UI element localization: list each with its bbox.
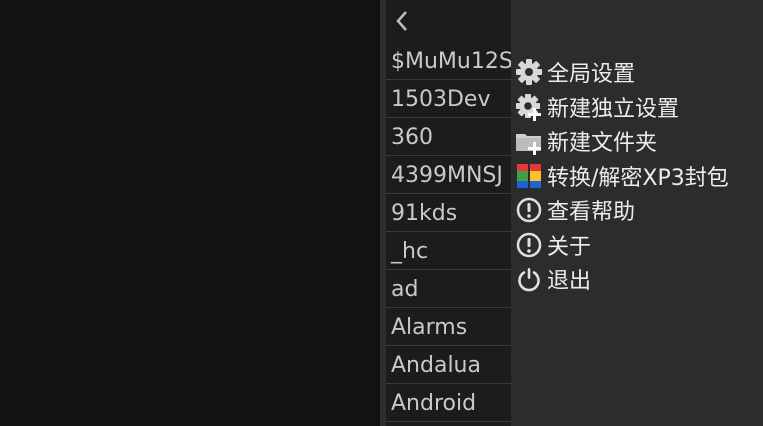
gear-plus-icon bbox=[515, 93, 543, 121]
folder-plus-icon bbox=[515, 127, 543, 156]
file-item[interactable]: 360 bbox=[386, 120, 511, 156]
menu-item-label: 转换/解密XP3封包 bbox=[547, 165, 729, 191]
exclamation-circle-icon bbox=[515, 231, 543, 259]
colored-blocks-icon bbox=[515, 162, 543, 190]
menu-item-view-help[interactable]: 查看帮助 bbox=[511, 193, 763, 228]
file-item[interactable]: 1503Dev bbox=[386, 82, 511, 118]
file-item[interactable]: ad bbox=[386, 272, 511, 308]
file-name: _hc bbox=[391, 239, 429, 264]
menu-item-label: 退出 bbox=[547, 269, 592, 295]
file-item[interactable]: _hc bbox=[386, 234, 511, 270]
file-item[interactable]: Alarms bbox=[386, 310, 511, 346]
file-name: 4399MNSJ bbox=[391, 163, 503, 188]
file-name: Android bbox=[391, 391, 477, 416]
file-name: 360 bbox=[391, 125, 433, 150]
file-name: Andalua bbox=[391, 353, 481, 378]
menu-item-label: 查看帮助 bbox=[547, 200, 636, 226]
menu-item-label: 关于 bbox=[547, 234, 592, 260]
file-name: Alarms bbox=[391, 315, 468, 340]
file-item[interactable]: 91kds bbox=[386, 196, 511, 232]
file-item[interactable]: Andalua bbox=[386, 348, 511, 384]
file-name: 1503Dev bbox=[391, 87, 491, 112]
options-menu: 全局设置 新建独立设置 新建文件夹 转换/解密XP3封包 查看帮助 关于 退出 bbox=[511, 0, 763, 426]
menu-item-about[interactable]: 关于 bbox=[511, 228, 763, 263]
file-name: $MuMu12S bbox=[391, 49, 511, 74]
menu-item-label: 新建文件夹 bbox=[547, 131, 658, 157]
file-name: ad bbox=[391, 277, 419, 302]
empty-left-pane bbox=[0, 0, 380, 426]
file-list-panel: $MuMu12S 1503Dev 360 4399MNSJ 91kds _hc … bbox=[386, 0, 511, 426]
file-item[interactable]: 4399MNSJ bbox=[386, 158, 511, 194]
menu-item-new-folder[interactable]: 新建文件夹 bbox=[511, 124, 763, 159]
menu-item-label: 全局设置 bbox=[547, 62, 636, 88]
file-item[interactable]: $MuMu12S bbox=[386, 44, 511, 80]
power-icon bbox=[515, 265, 543, 293]
exclamation-circle-icon bbox=[515, 196, 543, 224]
chevron-left-icon bbox=[396, 11, 407, 31]
menu-item-convert-xp3[interactable]: 转换/解密XP3封包 bbox=[511, 159, 763, 194]
file-item[interactable]: Android bbox=[386, 386, 511, 422]
back-button[interactable] bbox=[386, 0, 511, 42]
file-name: 91kds bbox=[391, 201, 458, 226]
gear-icon bbox=[515, 58, 543, 86]
menu-item-exit[interactable]: 退出 bbox=[511, 262, 763, 297]
menu-item-new-independent-settings[interactable]: 新建独立设置 bbox=[511, 90, 763, 125]
menu-item-label: 新建独立设置 bbox=[547, 96, 680, 122]
menu-item-global-settings[interactable]: 全局设置 bbox=[511, 55, 763, 90]
